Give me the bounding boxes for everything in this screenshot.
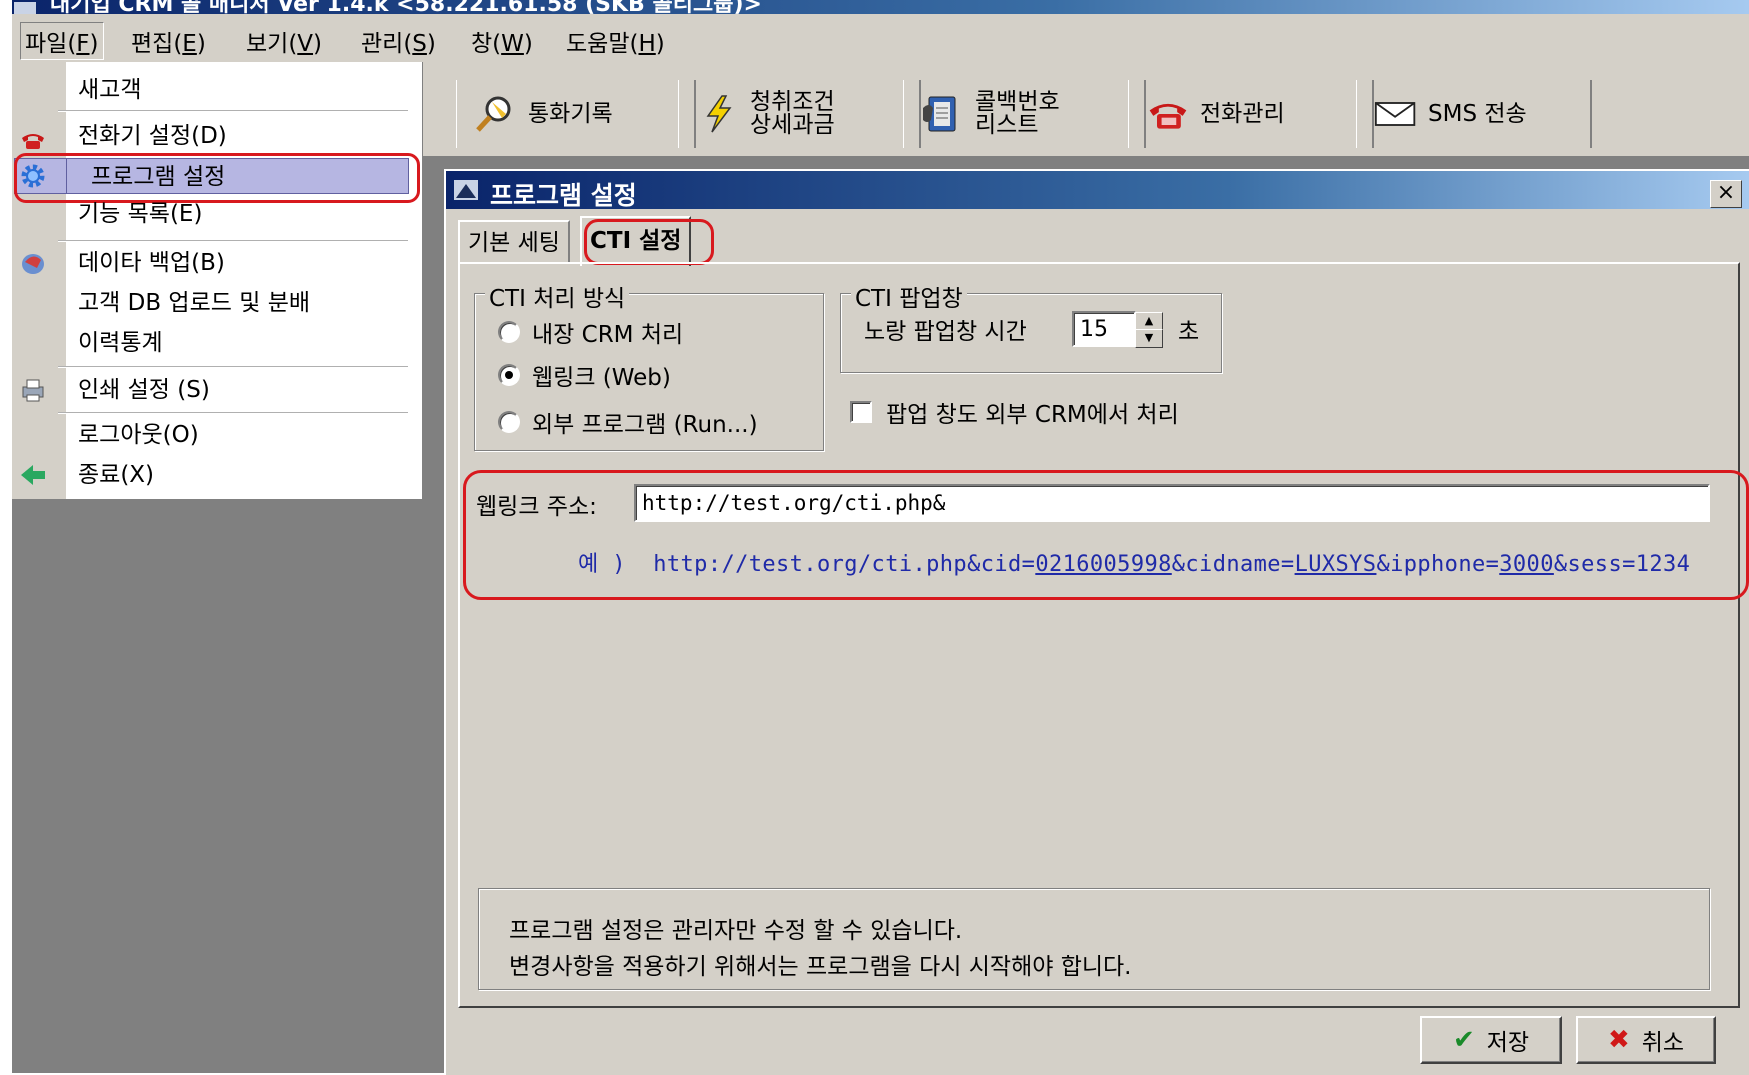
window-title: 대기업 CRM 콜 매니저 Ver 1.4.k <58.221.61.58 (S…	[50, 0, 762, 14]
cancel-button[interactable]: ✖ 취소	[1576, 1016, 1716, 1064]
cti-method-title: CTI 처리 방식	[485, 279, 630, 313]
radio-button-checked[interactable]	[498, 364, 520, 386]
spin-down-icon[interactable]: ▼	[1135, 329, 1163, 348]
menu-manage[interactable]: 관리(S)	[357, 24, 440, 58]
cti-popup-title: CTI 팝업창	[851, 279, 967, 313]
billing-detail-button[interactable]: 청취조건 상세과금	[678, 80, 921, 148]
menu-print-settings[interactable]: 인쇄 설정 (S)	[54, 372, 410, 408]
callback-list-button[interactable]: 콜백번호 리스트	[903, 80, 1146, 148]
window-titlebar: 대기업 CRM 콜 매니저 Ver 1.4.k <58.221.61.58 (S…	[12, 0, 1749, 14]
exit-arrow-icon	[18, 461, 48, 489]
x-icon: ✖	[1607, 1025, 1630, 1055]
menu-help[interactable]: 도움말(H)	[562, 24, 669, 58]
app-icon	[14, 2, 36, 14]
menu-separator	[58, 412, 408, 414]
radio-external-program[interactable]: 외부 프로그램 (Run...)	[498, 405, 758, 439]
phonebook-icon	[921, 94, 965, 134]
menu-edit[interactable]: 편집(E)	[127, 24, 210, 58]
menu-exit[interactable]: 종료(X)	[54, 457, 410, 493]
radio-button[interactable]	[498, 321, 520, 343]
external-crm-checkbox-row[interactable]: 팝업 창도 외부 CRM에서 처리	[850, 395, 1179, 429]
menu-data-backup[interactable]: 데이타 백업(B)	[54, 245, 410, 281]
phone-icon	[18, 126, 48, 154]
printer-icon	[18, 376, 48, 404]
radio-weblink[interactable]: 웹링크 (Web)	[498, 358, 671, 392]
weblink-highlight-oval	[463, 470, 1749, 600]
envelope-icon	[1374, 94, 1418, 134]
notice-line-2: 변경사항을 적용하기 위해서는 프로그램을 다시 시작해야 합니다.	[509, 954, 1132, 980]
radio-internal-crm[interactable]: 내장 CRM 처리	[498, 315, 683, 349]
sms-send-button[interactable]: SMS 전송	[1356, 80, 1592, 148]
menu-phone-settings[interactable]: 전화기 설정(D)	[54, 118, 410, 154]
menu-new-customer[interactable]: 새고객	[54, 72, 410, 108]
radio-button[interactable]	[498, 411, 520, 433]
menu-logout[interactable]: 로그아웃(O)	[54, 417, 410, 453]
dialog-app-icon	[452, 178, 480, 202]
menu-feature-list[interactable]: 기능 목록(E)	[54, 196, 410, 232]
lightning-icon	[696, 94, 740, 134]
menu-view[interactable]: 보기(V)	[242, 24, 326, 58]
menu-separator	[58, 240, 408, 242]
popup-duration-unit: 초	[1178, 319, 1200, 345]
close-icon[interactable]: ×	[1710, 180, 1742, 208]
dialog-titlebar	[446, 171, 1749, 209]
external-crm-checkbox[interactable]	[850, 401, 872, 423]
backup-icon	[18, 249, 48, 277]
tab-basic-settings[interactable]: 기본 세팅	[458, 220, 570, 264]
telephone-icon	[1146, 94, 1190, 134]
magnifier-icon	[474, 94, 518, 134]
menu-file[interactable]: 파일(F)	[20, 22, 104, 60]
checkmark-icon: ✔	[1452, 1025, 1475, 1055]
tab-highlight-oval	[584, 219, 714, 265]
dialog-title: 프로그램 설정	[490, 181, 637, 210]
popup-duration-label: 노랑 팝업창 시간	[864, 319, 1027, 345]
menu-db-upload[interactable]: 고객 DB 업로드 및 분배	[54, 285, 410, 321]
call-log-button[interactable]: 통화기록	[456, 80, 696, 148]
menubar: 파일(F) 편집(E) 보기(V) 관리(S) 창(W) 도움말(H)	[12, 14, 1749, 63]
phone-management-button[interactable]: 전화관리	[1128, 80, 1374, 148]
menu-history-stats[interactable]: 이력통계	[54, 325, 410, 361]
notice-line-1: 프로그램 설정은 관리자만 수정 할 수 있습니다.	[509, 918, 963, 944]
menu-separator	[58, 366, 408, 368]
menu-window[interactable]: 창(W)	[467, 24, 537, 58]
menu-separator	[58, 110, 408, 112]
save-button[interactable]: ✔ 저장	[1420, 1016, 1562, 1064]
notice-box: 프로그램 설정은 관리자만 수정 할 수 있습니다. 변경사항을 적용하기 위해…	[478, 888, 1710, 990]
popup-duration-input[interactable]	[1072, 311, 1136, 347]
